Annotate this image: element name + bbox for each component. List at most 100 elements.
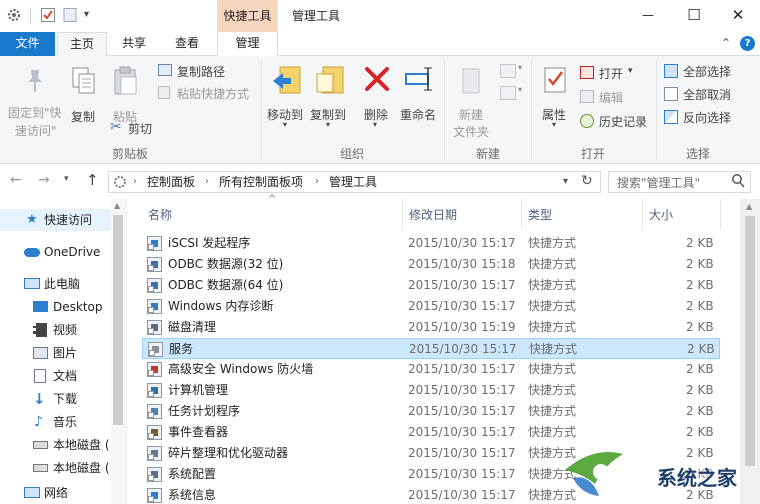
address-dropdown-icon[interactable]: ▾ bbox=[563, 176, 568, 187]
nav-network[interactable]: 网络 bbox=[0, 482, 126, 504]
scroll-up-icon[interactable]: ▲ bbox=[114, 201, 120, 210]
cell-type: 快捷方式 bbox=[528, 425, 577, 439]
nav-local-disk-d[interactable]: 本地磁盘 ( bbox=[0, 457, 126, 479]
scroll-up-icon[interactable]: ▲ bbox=[746, 202, 752, 211]
nav-label: 视频 bbox=[53, 323, 78, 337]
table-row[interactable]: 高级安全 Windows 防火墙 2015/10/30 15:17 快捷方式 2 KB bbox=[142, 359, 720, 380]
search-icon[interactable] bbox=[731, 173, 745, 192]
nav-videos[interactable]: 视频 bbox=[0, 319, 126, 341]
nav-music[interactable]: ♪ 音乐 bbox=[0, 411, 126, 433]
pin-quick-access-button[interactable]: 固定到"快 速访问" bbox=[5, 64, 63, 138]
column-header-name[interactable]: 名称 bbox=[148, 205, 172, 225]
tab-manage[interactable]: 管理 bbox=[217, 32, 278, 56]
table-row[interactable]: iSCSI 发起程序 2015/10/30 15:17 快捷方式 2 KB bbox=[142, 233, 720, 254]
cell-name: 任务计划程序 bbox=[168, 404, 241, 418]
table-row[interactable]: Windows 内存诊断 2015/10/30 15:17 快捷方式 2 KB bbox=[142, 296, 720, 317]
new-folder-button[interactable]: 新建 文件夹 bbox=[450, 62, 496, 139]
select-all-icon bbox=[664, 64, 678, 78]
scroll-thumb[interactable] bbox=[113, 215, 123, 425]
properties-button[interactable]: 属性 ▾ bbox=[536, 62, 576, 136]
collapse-ribbon-icon[interactable]: ⌃ bbox=[721, 36, 731, 50]
column-header-date[interactable]: 修改日期 bbox=[409, 205, 457, 225]
paste-button[interactable]: 粘贴 bbox=[108, 64, 144, 124]
nav-desktop[interactable]: Desktop bbox=[0, 296, 126, 318]
rename-button[interactable]: 重命名 bbox=[398, 62, 440, 122]
app-gear-icon[interactable] bbox=[6, 7, 22, 26]
new-item-icon[interactable] bbox=[500, 64, 516, 78]
tab-view[interactable]: 查看 bbox=[163, 32, 211, 56]
tab-file[interactable]: 文件 bbox=[0, 32, 55, 56]
shortcut-file-icon bbox=[147, 425, 162, 440]
cell-type: 快捷方式 bbox=[528, 320, 577, 334]
breadcrumb-all-items[interactable]: 所有控制面板项 bbox=[219, 172, 303, 192]
refresh-icon[interactable]: ↻ bbox=[581, 173, 593, 189]
tab-home[interactable]: 主页 bbox=[57, 32, 107, 57]
move-to-button[interactable]: 移动到 ▾ bbox=[265, 62, 307, 136]
cell-type: 快捷方式 bbox=[528, 383, 577, 397]
back-arrow-icon[interactable]: ← bbox=[10, 172, 22, 188]
select-none-icon bbox=[664, 87, 678, 101]
nav-pictures[interactable]: 图片 bbox=[0, 342, 126, 364]
breadcrumb-admin-tools[interactable]: 管理工具 bbox=[329, 172, 377, 192]
edit-label: 编辑 bbox=[599, 91, 624, 105]
table-row[interactable]: 服务 2015/10/30 15:17 快捷方式 2 KB bbox=[142, 338, 720, 359]
breadcrumb-control-panel[interactable]: 控制面板 bbox=[147, 172, 195, 192]
nav-downloads[interactable]: ↓ 下载 bbox=[0, 388, 126, 410]
column-divider[interactable] bbox=[402, 199, 403, 229]
easy-access-icon[interactable] bbox=[500, 86, 516, 100]
nav-this-pc[interactable]: 此电脑 bbox=[0, 273, 126, 295]
nav-quick-access[interactable]: ★ 快速访问 bbox=[0, 209, 126, 231]
help-icon[interactable]: ? bbox=[740, 36, 755, 51]
cell-name: 高级安全 Windows 防火墙 bbox=[168, 362, 314, 376]
search-input[interactable]: 搜索"管理工具" bbox=[608, 171, 751, 193]
table-row[interactable]: 任务计划程序 2015/10/30 15:17 快捷方式 2 KB bbox=[142, 401, 720, 422]
tab-share[interactable]: 共享 bbox=[110, 32, 158, 56]
up-arrow-icon[interactable]: ↑ bbox=[86, 171, 99, 189]
table-row[interactable]: 事件查看器 2015/10/30 15:17 快捷方式 2 KB bbox=[142, 422, 720, 443]
nav-documents[interactable]: 文档 bbox=[0, 365, 126, 387]
select-none-label: 全部取消 bbox=[683, 88, 732, 102]
column-divider[interactable] bbox=[521, 199, 522, 229]
new-folder-qat-icon[interactable] bbox=[62, 7, 78, 26]
column-divider[interactable] bbox=[642, 199, 643, 229]
table-row[interactable]: ODBC 数据源(32 位) 2015/10/30 15:18 快捷方式 2 KB bbox=[142, 254, 720, 275]
cell-name: ODBC 数据源(64 位) bbox=[168, 278, 284, 292]
delete-button[interactable]: 删除 ▾ bbox=[360, 62, 394, 136]
easy-access-dropdown-icon[interactable]: ▾ bbox=[518, 85, 522, 94]
column-header-size[interactable]: 大小 bbox=[649, 205, 673, 225]
cell-date: 2015/10/30 15:18 bbox=[408, 257, 516, 271]
qat-divider bbox=[30, 8, 31, 24]
copy-to-button[interactable]: 复制到 ▾ bbox=[308, 62, 350, 136]
column-header-type[interactable]: 类型 bbox=[528, 205, 552, 225]
minimize-button[interactable]: — bbox=[626, 0, 670, 30]
recent-locations-icon[interactable]: ▾ bbox=[64, 174, 69, 184]
nav-scrollbar[interactable]: ▲ bbox=[110, 199, 126, 504]
scroll-thumb[interactable] bbox=[745, 216, 755, 466]
new-item-dropdown-icon[interactable]: ▾ bbox=[518, 63, 522, 72]
table-row[interactable]: 计算机管理 2015/10/30 15:17 快捷方式 2 KB bbox=[142, 380, 720, 401]
column-divider[interactable] bbox=[720, 199, 721, 229]
open-dropdown-icon: ▾ bbox=[628, 66, 633, 76]
close-button[interactable]: ✕ bbox=[716, 0, 760, 30]
forward-arrow-icon[interactable]: → bbox=[38, 172, 50, 188]
copy-path-icon bbox=[158, 64, 172, 76]
history-label: 历史记录 bbox=[599, 115, 648, 129]
shortcut-file-icon bbox=[147, 404, 162, 419]
nav-onedrive[interactable]: OneDrive bbox=[0, 241, 126, 263]
pin-label-line2: 速访问" bbox=[15, 124, 57, 138]
cell-type: 快捷方式 bbox=[528, 236, 577, 250]
nav-local-disk-c[interactable]: 本地磁盘 ( bbox=[0, 434, 126, 456]
qat-dropdown-icon[interactable]: ▾ bbox=[84, 9, 89, 20]
computer-icon bbox=[24, 278, 40, 289]
maximize-button[interactable]: ☐ bbox=[672, 0, 716, 30]
shortcut-file-icon bbox=[147, 383, 162, 398]
nav-label: 图片 bbox=[53, 346, 78, 360]
new-folder-label-line1: 新建 bbox=[459, 108, 484, 122]
address-bar[interactable]: › 控制面板 › 所有控制面板项 › 管理工具 ▾ ↻ bbox=[108, 171, 601, 193]
properties-checkbox-icon[interactable] bbox=[40, 7, 56, 26]
cell-date: 2015/10/30 15:17 bbox=[408, 362, 516, 376]
table-row[interactable]: ODBC 数据源(64 位) 2015/10/30 15:17 快捷方式 2 KB bbox=[142, 275, 720, 296]
cell-type: 快捷方式 bbox=[528, 404, 577, 418]
copy-button[interactable]: 复制 bbox=[68, 64, 102, 124]
table-row[interactable]: 磁盘清理 2015/10/30 15:19 快捷方式 2 KB bbox=[142, 317, 720, 338]
